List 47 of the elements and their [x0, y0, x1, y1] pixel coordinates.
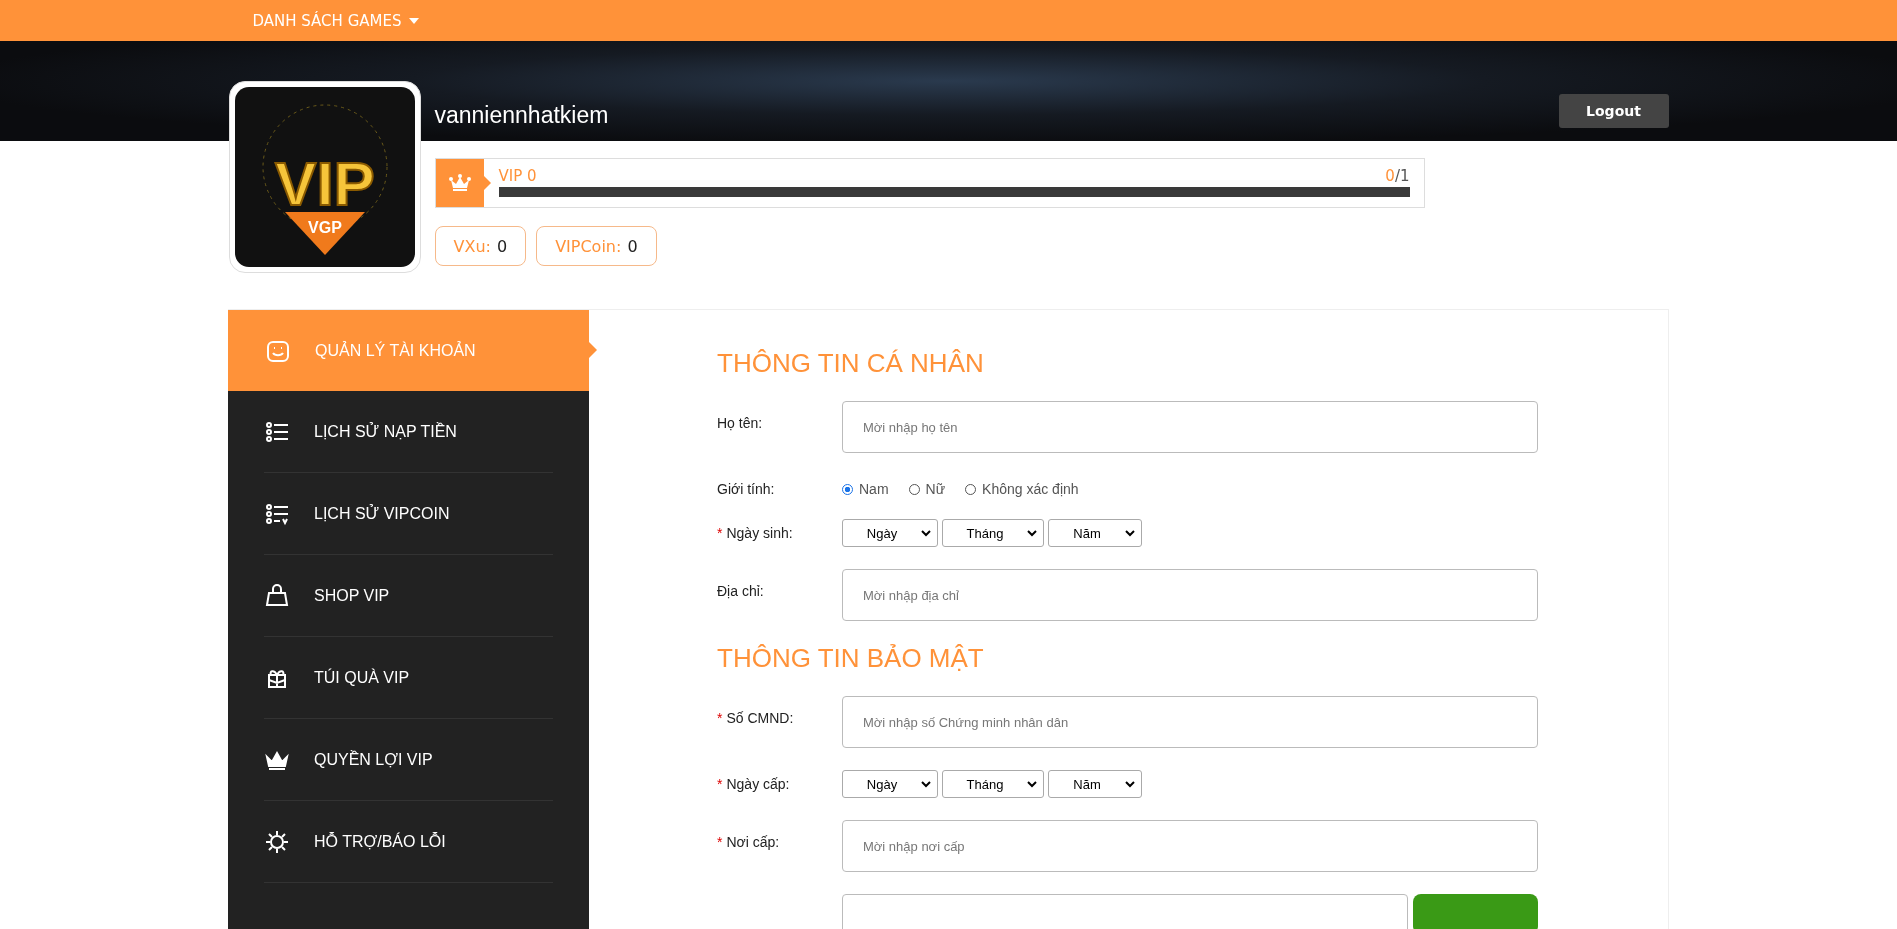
field-label: * Số CMND: [717, 709, 795, 726]
crown-icon [448, 174, 471, 192]
field-label: * Nơi cấp: [717, 833, 781, 850]
input-field[interactable]: Mời nhập số Chứng minh nhân dân [842, 696, 1538, 748]
sidebar-item[interactable]: LỊCH SỬ NẠP TIỀN [264, 391, 553, 473]
field-label: Địa chỉ: [717, 582, 765, 599]
radio-option[interactable]: Nam [842, 481, 889, 497]
bag-icon [264, 582, 290, 609]
radio-option[interactable]: Nữ [908, 481, 946, 497]
radio-option[interactable]: Không xác định [965, 481, 1079, 497]
dropdown[interactable]: Năm [1048, 519, 1142, 547]
field-label: * Ngày sinh: [717, 524, 794, 541]
balance-chip: VIPCoin: 0 [536, 226, 657, 266]
username: vanniennhatkiem [434, 101, 609, 129]
sidebar-item[interactable]: QUYỀN LỢI VIP [264, 719, 553, 801]
sidebar-item[interactable]: SHOP VIP [264, 555, 553, 637]
dropdown[interactable]: Ngày [842, 519, 938, 547]
field-label: * Ngày cấp: [717, 775, 791, 792]
input-field[interactable]: Mời nhập họ tên [842, 401, 1538, 453]
settings-icon [264, 828, 290, 855]
field-label: Giới tính: [717, 480, 776, 497]
chevron-down-icon [1125, 529, 1135, 537]
sidebar-item[interactable]: LỊCH SỬ VIPCOIN [264, 473, 553, 555]
vip-logo: VIP VGP [234, 87, 415, 267]
input-field[interactable]: Mời nhập địa chỉ [842, 569, 1538, 621]
input-field[interactable]: Mời nhập nơi cấp [842, 820, 1538, 872]
logout-button[interactable]: Logout [1558, 94, 1669, 128]
submit-button[interactable] [1413, 894, 1538, 929]
section-title: THÔNG TIN BẢO MẬT [717, 643, 985, 674]
chevron-down-icon [1027, 780, 1037, 788]
chevron-down-icon [921, 529, 931, 537]
chevron-down-icon [1027, 529, 1037, 537]
vip-level: VIP 0 [498, 167, 537, 185]
field-label: Họ tên: [717, 414, 764, 431]
chevron-down-icon [1125, 780, 1135, 788]
caret-icon [409, 17, 420, 24]
sidebar-item[interactable]: HỖ TRỢ/BÁO LỖI [264, 801, 553, 883]
dropdown[interactable]: Tháng [942, 770, 1044, 798]
chevron-down-icon [921, 780, 931, 788]
sidebar-item[interactable]: TÚI QUÀ VIP [264, 637, 553, 719]
balance-chip: VXu: 0 [434, 226, 527, 266]
vip-points: 0/1 [1385, 167, 1410, 185]
input-field[interactable] [842, 894, 1408, 929]
dropdown[interactable]: Năm [1048, 770, 1142, 798]
dropdown[interactable]: Tháng [942, 519, 1044, 547]
section-title: THÔNG TIN CÁ NHÂN [717, 348, 985, 379]
dropdown[interactable]: Ngày [842, 770, 938, 798]
